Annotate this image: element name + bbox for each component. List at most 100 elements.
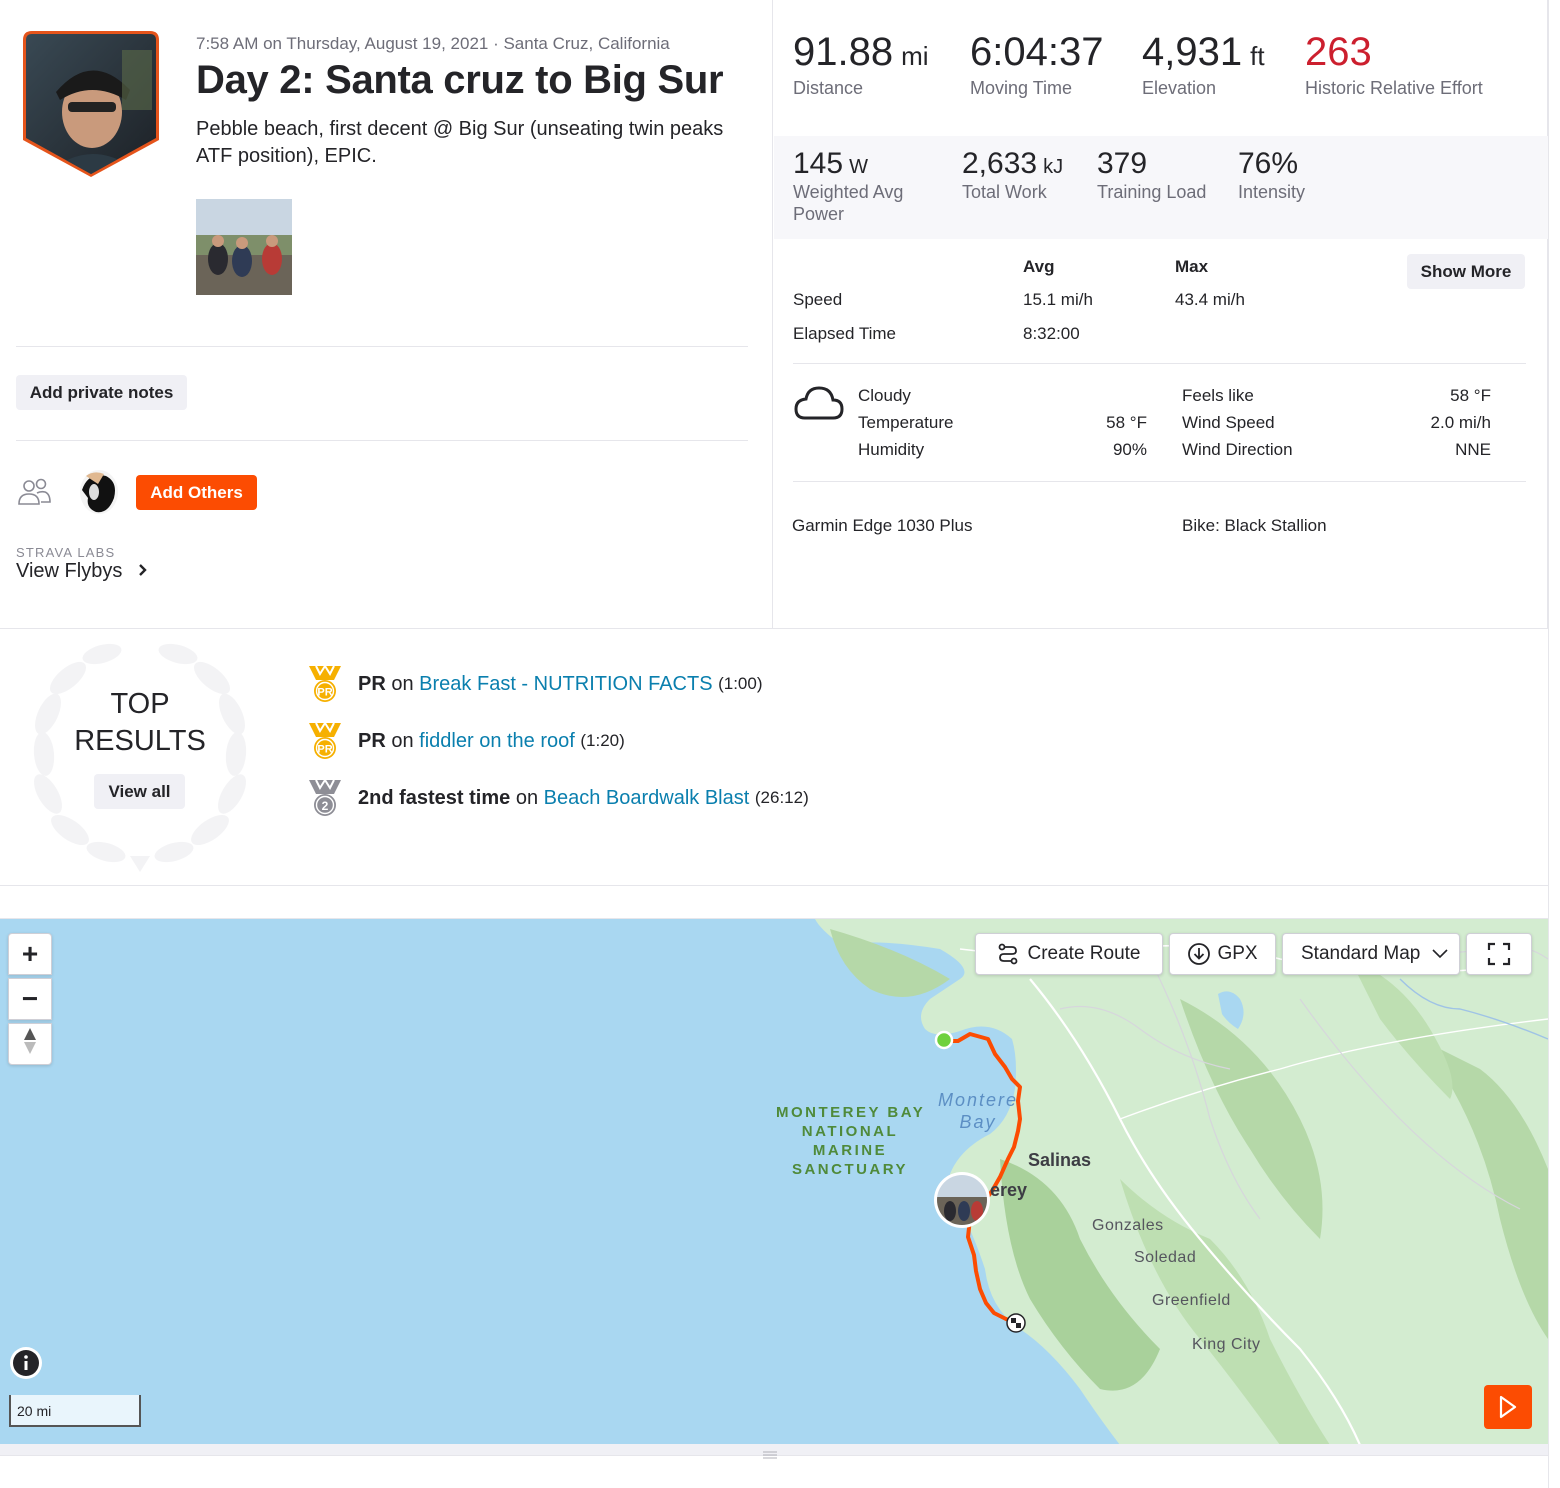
activity-map[interactable]: MONTEREY BAY NATIONAL MARINE SANCTUARY M… xyxy=(0,918,1548,1444)
map-scale: 20 mi xyxy=(9,1395,141,1427)
result-kind: 2nd fastest time xyxy=(358,786,511,809)
view-flybys-label: View Flybys xyxy=(16,560,123,582)
stat-unit: ft xyxy=(1250,41,1265,71)
top-results-line1: TOP xyxy=(110,688,170,720)
stat-unit: W xyxy=(849,156,868,178)
svg-text:PR: PR xyxy=(317,744,332,756)
stat-training-load: 379 Training Load xyxy=(1097,147,1206,203)
add-private-notes-button[interactable]: Add private notes xyxy=(16,375,187,410)
activity-stats-panel: 91.88 mi Distance 6:04:37 Moving Time 4,9… xyxy=(772,0,1548,628)
top-results-line2: RESULTS xyxy=(74,725,206,757)
stat-label: Moving Time xyxy=(970,78,1073,98)
gonzales-label: Gonzales xyxy=(1092,1217,1164,1234)
map-info-button[interactable] xyxy=(10,1347,42,1379)
group-member-avatar[interactable] xyxy=(78,468,120,521)
zoom-in-button[interactable]: + xyxy=(8,933,52,975)
stat-total-work: 2,633 kJ Total Work xyxy=(962,147,1063,203)
svg-text:PR: PR xyxy=(317,687,332,699)
elapsed-time-avg: 8:32:00 xyxy=(1023,324,1080,343)
weather-condition: Cloudy xyxy=(858,386,911,405)
result-row: PR PR on Break Fast - NUTRITION FACTS (1… xyxy=(306,664,763,704)
stat-value: 2,633 xyxy=(962,147,1038,180)
stat-value: 263 xyxy=(1305,30,1372,74)
feels-like-value: 58 °F xyxy=(1450,386,1491,405)
create-route-button[interactable]: Create Route xyxy=(975,933,1163,975)
bike-name[interactable]: Bike: Black Stallion xyxy=(1182,516,1327,536)
view-flybys-link[interactable]: View Flybys xyxy=(16,560,148,583)
stat-value: 76% xyxy=(1238,147,1299,180)
wind-direction-value: NNE xyxy=(1455,440,1491,459)
king-city-label: King City xyxy=(1192,1336,1261,1353)
view-all-results-button[interactable]: View all xyxy=(94,774,185,809)
map-photo-marker[interactable] xyxy=(934,1172,990,1228)
cloud-icon xyxy=(793,382,845,429)
humidity-value: 90% xyxy=(1112,440,1147,459)
athlete-avatar[interactable] xyxy=(22,30,160,178)
compass-icon xyxy=(23,1027,37,1061)
divider xyxy=(0,628,1548,629)
svg-text:2: 2 xyxy=(322,799,329,813)
stat-label: Elevation xyxy=(1142,78,1217,98)
pr-medal-icon: PR xyxy=(306,664,344,704)
wind-speed-label: Wind Speed xyxy=(1182,413,1275,432)
stat-distance: 91.88 mi Distance xyxy=(793,30,929,99)
result-time: (1:00) xyxy=(718,674,763,693)
top-results-title: TOP RESULTS xyxy=(40,686,240,760)
speed-max: 43.4 mi/h xyxy=(1175,290,1245,309)
divider xyxy=(16,440,748,441)
humidity-label: Humidity xyxy=(858,440,925,459)
stat-label: Weighted Avg Power xyxy=(793,182,904,224)
result-kind: PR xyxy=(358,729,386,752)
soledad-label: Soledad xyxy=(1134,1249,1197,1266)
stat-value: 145 xyxy=(793,147,844,180)
speed-avg: 15.1 mi/h xyxy=(1023,290,1093,309)
stat-value: 6:04:37 xyxy=(970,30,1104,74)
show-more-button[interactable]: Show More xyxy=(1407,254,1525,289)
gpx-button[interactable]: GPX xyxy=(1169,933,1276,975)
segment-link[interactable]: Break Fast - NUTRITION FACTS xyxy=(419,673,712,696)
strava-labs-label: STRAVA LABS xyxy=(16,545,116,560)
segment-link[interactable]: Beach Boardwalk Blast xyxy=(544,787,750,810)
stat-moving-time: 6:04:37 Moving Time xyxy=(970,30,1103,99)
column-header-avg: Avg xyxy=(1023,257,1055,276)
compass-button[interactable] xyxy=(8,1023,52,1065)
page-scrollbar[interactable] xyxy=(1548,0,1560,1488)
second-place-medal-icon: 2 xyxy=(306,778,344,818)
map-canvas[interactable] xyxy=(0,919,1548,1444)
result-time: (1:20) xyxy=(580,731,625,750)
activity-time-location: 7:58 AM on Thursday, August 19, 2021 · S… xyxy=(196,34,670,53)
zoom-out-button[interactable]: − xyxy=(8,978,52,1020)
drag-handle-icon xyxy=(762,1446,778,1464)
stat-relative-effort[interactable]: 263 Historic Relative Effort xyxy=(1305,30,1505,99)
stat-label: Total Work xyxy=(962,182,1047,202)
stat-label: Training Load xyxy=(1097,182,1207,202)
map-type-select[interactable]: Standard Map xyxy=(1282,933,1460,975)
divider xyxy=(0,885,1548,886)
stat-label: Historic Relative Effort xyxy=(1305,78,1483,98)
chevron-down-icon xyxy=(1432,949,1448,959)
fullscreen-button[interactable] xyxy=(1466,933,1532,975)
stat-unit: kJ xyxy=(1043,156,1064,178)
temperature-value: 58 °F xyxy=(1106,413,1147,432)
fullscreen-icon xyxy=(1487,942,1511,966)
play-flyover-button[interactable] xyxy=(1484,1385,1532,1429)
map-navigation-controls: + − xyxy=(8,933,52,1065)
wind-speed-value: 2.0 mi/h xyxy=(1430,413,1491,432)
greenfield-label: Greenfield xyxy=(1152,1292,1231,1309)
add-others-button[interactable]: Add Others xyxy=(136,475,257,510)
activity-photo[interactable] xyxy=(196,199,292,295)
segment-link[interactable]: fiddler on the roof xyxy=(419,730,575,753)
stat-value: 379 xyxy=(1097,147,1148,180)
group-icon xyxy=(16,476,52,513)
result-time: (26:12) xyxy=(754,788,809,807)
salinas-label: Salinas xyxy=(1028,1150,1092,1170)
map-type-label: Standard Map xyxy=(1301,943,1421,964)
map-resize-handle[interactable] xyxy=(0,1444,1548,1459)
row-label-elapsed-time: Elapsed Time xyxy=(793,324,896,343)
wind-direction-label: Wind Direction xyxy=(1182,440,1293,459)
divider xyxy=(16,346,748,347)
stat-intensity: 76% Intensity xyxy=(1238,147,1305,203)
download-icon xyxy=(1187,942,1211,966)
result-on: on xyxy=(515,786,539,809)
divider xyxy=(793,363,1526,364)
